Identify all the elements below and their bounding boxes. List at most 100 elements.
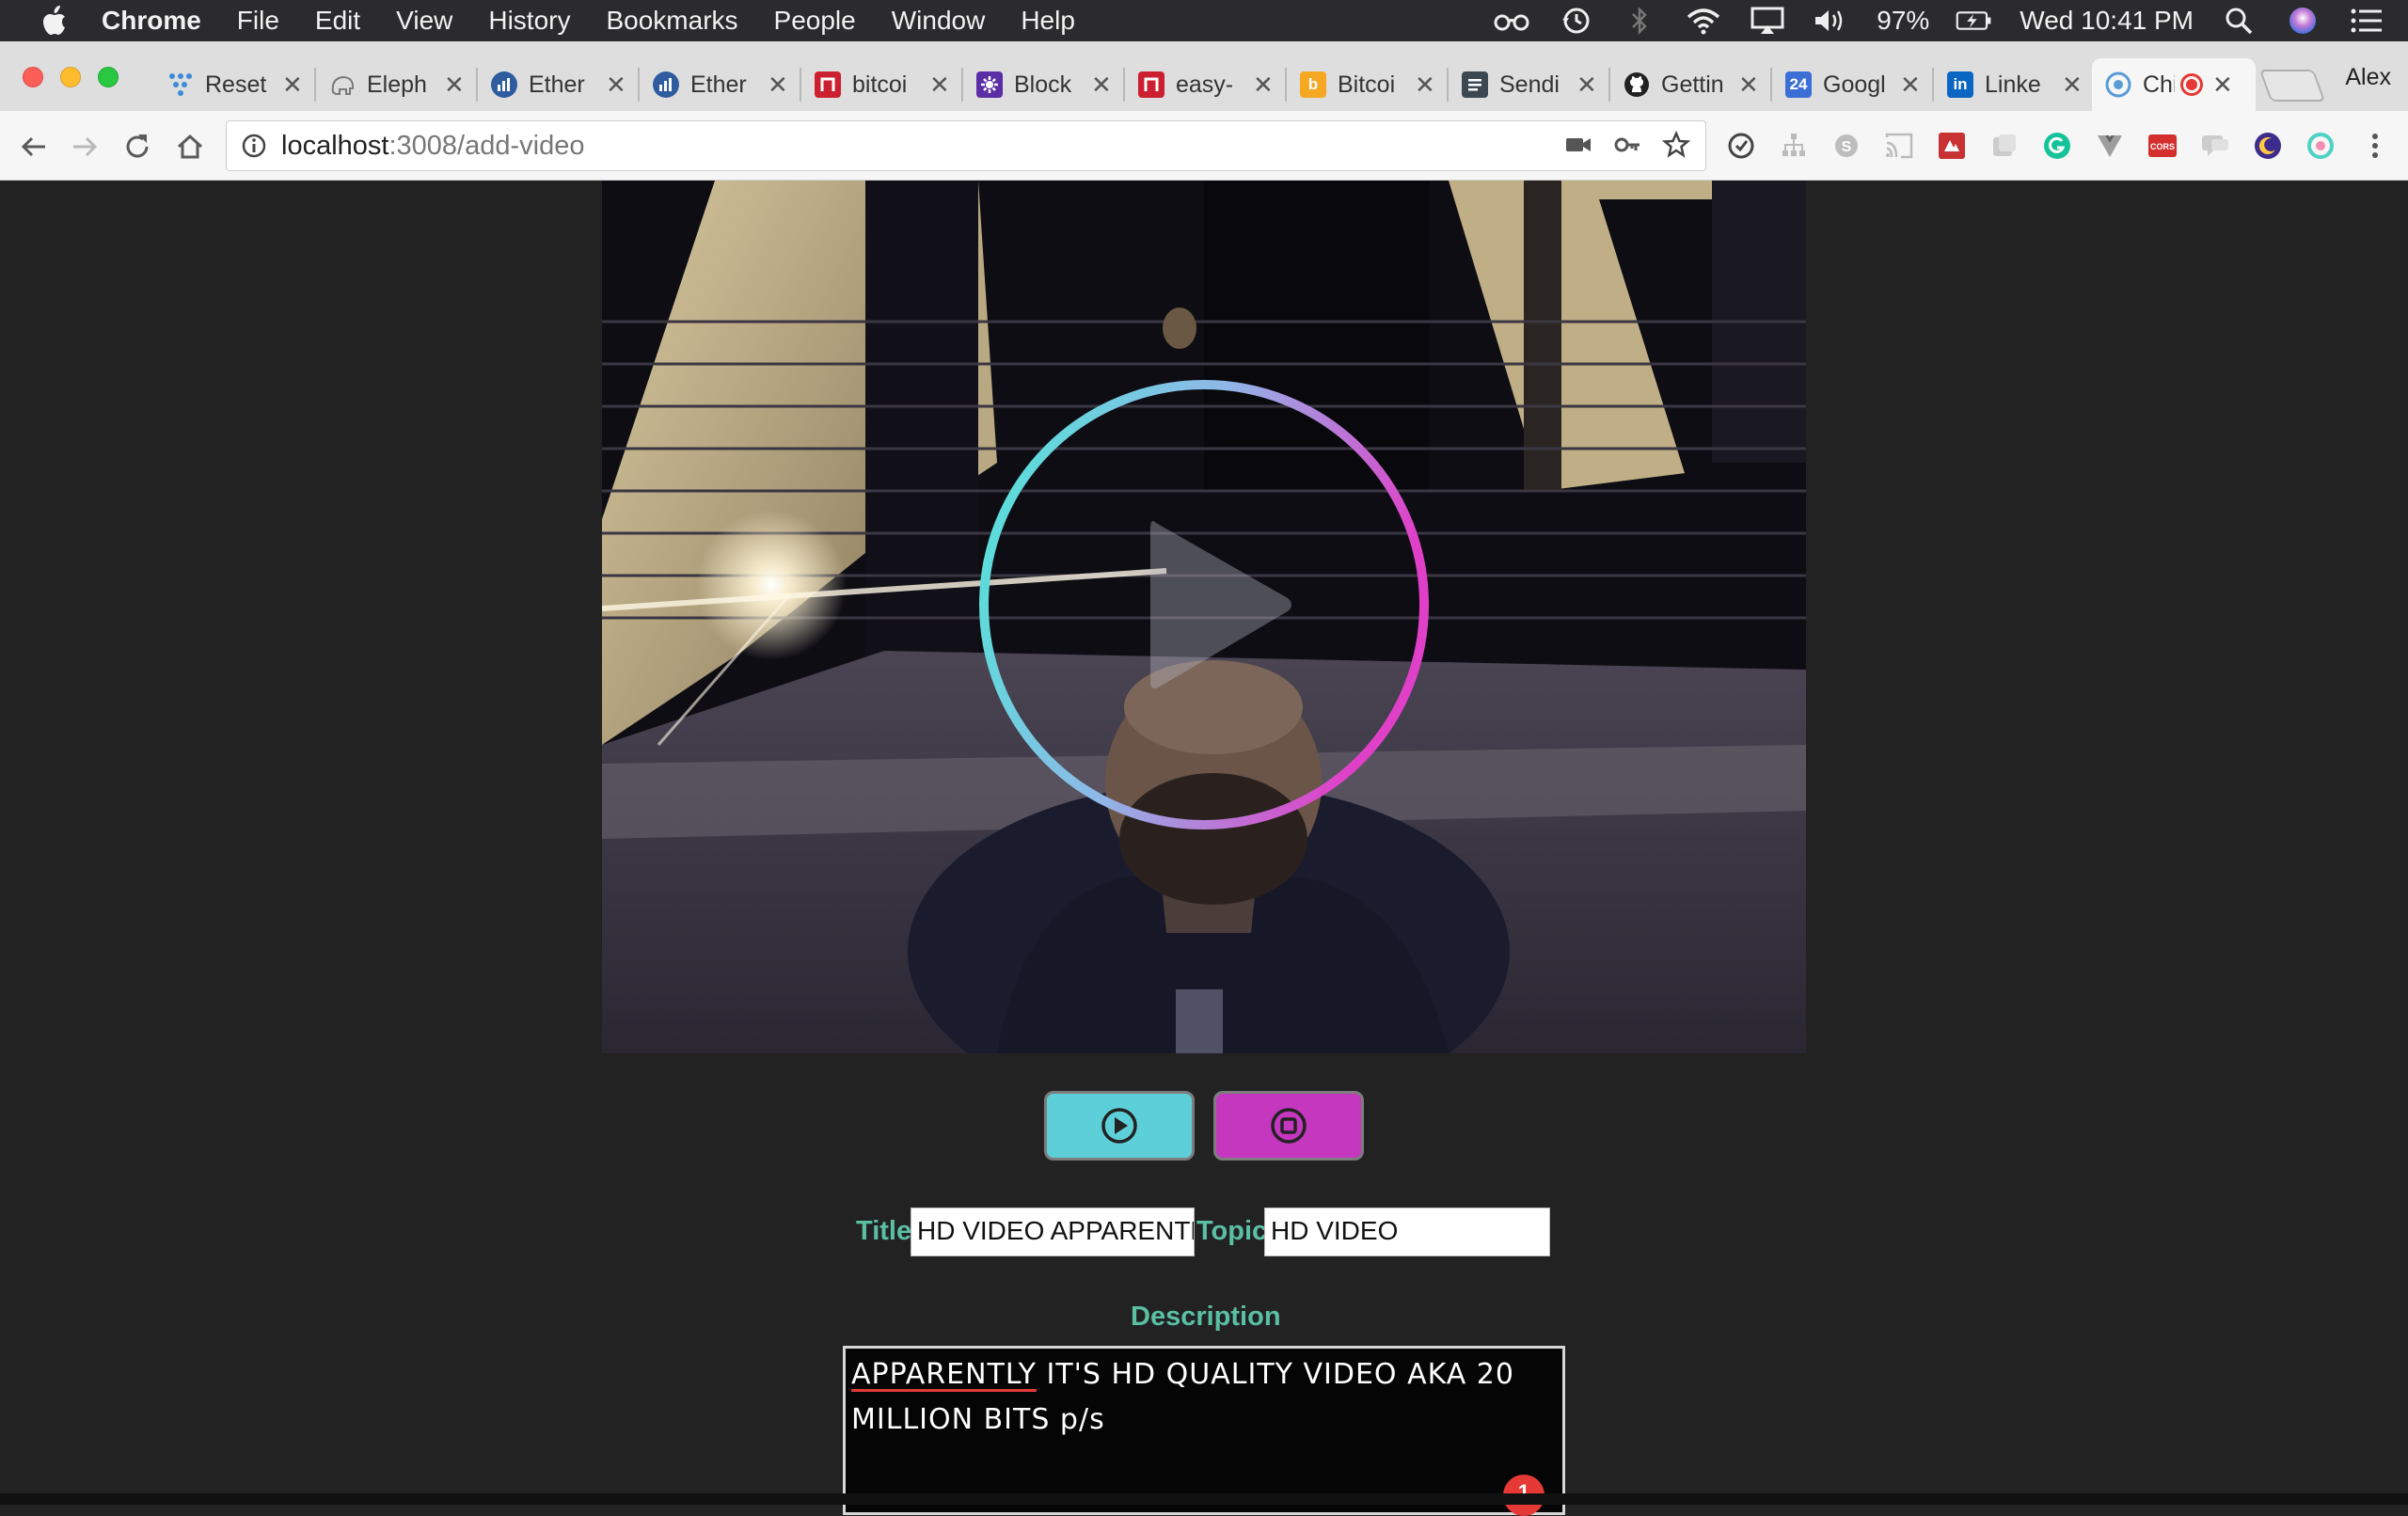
tab-title: bitcoi: [852, 71, 908, 98]
tab-close-icon[interactable]: ✕: [1253, 71, 1274, 100]
play-icon: [1101, 1108, 1137, 1144]
url-host: localhost: [281, 130, 389, 161]
play-overlay-icon[interactable]: [1150, 521, 1291, 688]
back-icon[interactable]: [15, 128, 53, 166]
profile-name[interactable]: Alex: [2345, 64, 2391, 91]
topic-input[interactable]: HD VIDEO: [1264, 1208, 1550, 1256]
extension-grey-square-icon[interactable]: [1988, 130, 2020, 162]
reload-icon[interactable]: [119, 128, 156, 166]
extension-sitemap-icon[interactable]: [1778, 130, 1810, 162]
wifi-icon[interactable]: [1685, 7, 1722, 35]
key-icon[interactable]: [1613, 131, 1641, 166]
b-favicon-icon: b: [1300, 71, 1326, 98]
extension-sync-icon[interactable]: [1725, 130, 1757, 162]
menu-view[interactable]: View: [396, 6, 452, 36]
tab-elephant[interactable]: Eleph ✕: [316, 58, 478, 111]
title-input[interactable]: HD VIDEO APPARENTLY: [911, 1208, 1195, 1256]
description-textarea[interactable]: APPARENTLY IT'S HD QUALITY VIDEO AKA 20 …: [843, 1346, 1565, 1515]
extension-moon-icon[interactable]: [2252, 130, 2284, 162]
extension-skype-icon[interactable]: S: [1830, 130, 1862, 162]
close-window-button[interactable]: [23, 67, 43, 87]
zoom-window-button[interactable]: [98, 67, 119, 87]
tab-google-calendar[interactable]: 24 Googl ✕: [1772, 58, 1934, 111]
tab-close-icon[interactable]: ✕: [768, 71, 788, 100]
time-machine-icon[interactable]: [1557, 7, 1594, 35]
extension-vue-icon[interactable]: [2094, 130, 2126, 162]
tab-ether-2[interactable]: Ether ✕: [640, 58, 801, 111]
siri-icon[interactable]: [2284, 7, 2321, 35]
tab-title: Googl: [1823, 71, 1886, 98]
record-button[interactable]: [1044, 1091, 1195, 1161]
menu-people[interactable]: People: [774, 6, 856, 36]
chart-favicon-icon: [653, 71, 679, 98]
menu-bookmarks[interactable]: Bookmarks: [606, 6, 737, 36]
forward-icon[interactable]: [66, 128, 103, 166]
add-video-page: Title HD VIDEO APPARENTLY Topic HD VIDEO…: [0, 181, 2408, 1516]
menu-file[interactable]: File: [237, 6, 279, 36]
extension-cast-icon[interactable]: [1883, 130, 1915, 162]
tab-reset[interactable]: Reset ✕: [154, 58, 316, 111]
minimize-window-button[interactable]: [60, 67, 81, 87]
bluetooth-icon[interactable]: [1621, 7, 1658, 35]
stop-icon: [1271, 1108, 1307, 1144]
extension-chat-icon[interactable]: [2199, 130, 2231, 162]
github-favicon-icon: [1624, 71, 1650, 98]
extension-cors-icon[interactable]: CORS: [2147, 130, 2178, 162]
tab-bitcoin[interactable]: bitcoi ✕: [801, 58, 963, 111]
extension-red-puzzle-icon[interactable]: [1936, 130, 1968, 162]
tab-close-icon[interactable]: ✕: [1576, 71, 1597, 100]
tab-easy[interactable]: easy- ✕: [1125, 58, 1287, 111]
menu-edit[interactable]: Edit: [315, 6, 360, 36]
new-tab-button[interactable]: [2258, 70, 2326, 102]
airplay-icon[interactable]: [1749, 7, 1786, 35]
battery-icon[interactable]: [1956, 7, 1993, 35]
tab-github[interactable]: Gettin ✕: [1610, 58, 1772, 111]
spotlight-icon[interactable]: [2220, 7, 2258, 35]
url-path: :3008/add-video: [388, 130, 585, 161]
camera-in-use-icon[interactable]: [1564, 131, 1592, 166]
tab-sending[interactable]: Sendi ✕: [1449, 58, 1610, 111]
tab-title: Reset: [205, 71, 267, 98]
tab-close-icon[interactable]: ✕: [2062, 71, 2083, 100]
extension-ring-icon[interactable]: [2305, 130, 2337, 162]
tab-close-icon[interactable]: ✕: [1900, 71, 1921, 100]
tab-title: Block: [1014, 71, 1072, 98]
tab-close-icon[interactable]: ✕: [2212, 71, 2233, 100]
site-info-icon[interactable]: [240, 132, 268, 160]
tab-block[interactable]: Block ✕: [963, 58, 1125, 111]
menu-history[interactable]: History: [488, 6, 570, 36]
clock[interactable]: Wed 10:41 PM: [2020, 6, 2194, 36]
tab-close-icon[interactable]: ✕: [929, 71, 950, 100]
elephant-favicon-icon: [329, 71, 356, 98]
menu-window[interactable]: Window: [892, 6, 986, 36]
play-overlay-ring[interactable]: [975, 376, 1433, 833]
browser-toolbar: localhost :3008/add-video S CORS: [0, 111, 2408, 181]
tab-close-icon[interactable]: ✕: [444, 71, 465, 100]
tab-close-icon[interactable]: ✕: [606, 71, 626, 100]
tab-active-recording[interactable]: Chi ✕: [2092, 58, 2256, 111]
extension-grammarly-icon[interactable]: [2041, 130, 2073, 162]
tab-close-icon[interactable]: ✕: [1738, 71, 1759, 100]
tab-title: Eleph: [367, 71, 427, 98]
apple-menu-icon[interactable]: [38, 5, 70, 37]
bookmark-star-icon[interactable]: [1661, 130, 1691, 166]
glasses-icon[interactable]: [1493, 7, 1530, 35]
battery-percentage: 97%: [1877, 6, 1930, 35]
tab-close-icon[interactable]: ✕: [1091, 71, 1112, 100]
chrome-menu-icon[interactable]: [2359, 130, 2391, 162]
volume-icon[interactable]: [1813, 7, 1850, 35]
tab-ether-1[interactable]: Ether ✕: [478, 58, 640, 111]
menu-help[interactable]: Help: [1021, 6, 1075, 36]
tab-close-icon[interactable]: ✕: [1415, 71, 1435, 100]
tab-close-icon[interactable]: ✕: [282, 71, 303, 100]
notification-center-icon[interactable]: [2348, 7, 2385, 35]
stop-button[interactable]: [1213, 1091, 1364, 1161]
tab-linkedin[interactable]: in Linke ✕: [1934, 58, 2096, 111]
topic-label: Topic: [1196, 1216, 1268, 1246]
menu-app-name[interactable]: Chrome: [102, 6, 201, 36]
chrome-favicon-icon: [2105, 71, 2131, 98]
home-icon[interactable]: [171, 128, 209, 166]
address-bar[interactable]: localhost :3008/add-video: [226, 120, 1706, 171]
tab-bitcoin-2[interactable]: b Bitcoi ✕: [1287, 58, 1449, 111]
macos-menu-bar: Chrome File Edit View History Bookmarks …: [0, 0, 2408, 41]
